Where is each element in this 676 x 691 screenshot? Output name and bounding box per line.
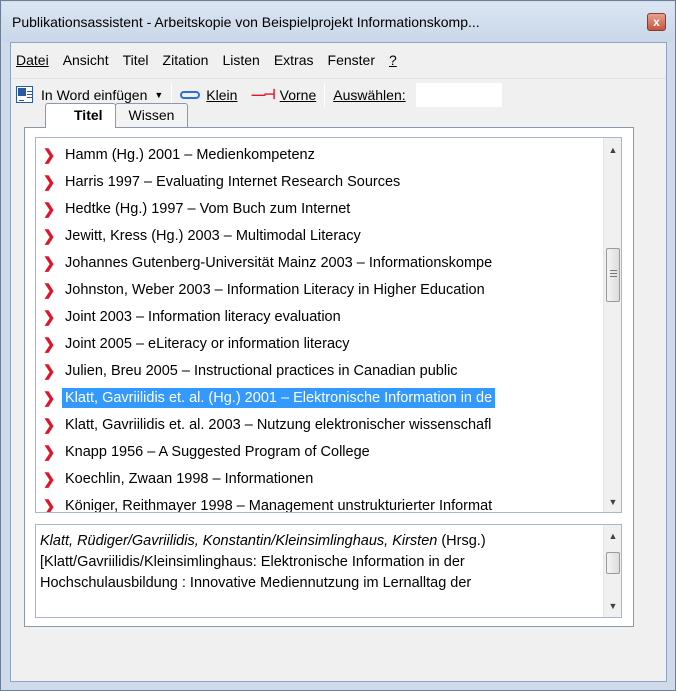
scroll-down-icon[interactable]: ▼ — [604, 497, 621, 507]
entry-bullet-icon: ❯ — [42, 282, 56, 299]
close-button[interactable]: x — [647, 13, 666, 31]
app-window: Publikationsassistent - Arbeitskopie von… — [0, 0, 676, 691]
list-item[interactable]: ❯ Julien, Breu 2005 – Instructional pract… — [36, 358, 604, 384]
list-item[interactable]: ❯ Johannes Gutenberg-Universität Mainz 20… — [36, 250, 604, 276]
menu-fenster[interactable]: Fenster — [328, 52, 375, 68]
auswaehlen-label-wrap: Auswählen: — [333, 81, 503, 108]
title-bar[interactable]: Publikationsassistent - Arbeitskopie von… — [2, 2, 674, 42]
menu-extras[interactable]: Extras — [274, 52, 314, 68]
scroll-down-icon[interactable]: ▼ — [604, 601, 621, 611]
list-item[interactable]: ❯ Joint 2003 – Information literacy evalu… — [36, 304, 604, 330]
title-list[interactable]: ❯ Königer, Reithmayer 1998 – Management u… — [35, 137, 622, 513]
menu-ansicht[interactable]: Ansicht — [63, 52, 109, 68]
entry-bullet-icon: ❯ — [42, 255, 56, 272]
menu-help-label: ? — [388, 52, 397, 68]
minimize-view-icon — [180, 90, 201, 99]
detail-line-authors: Klatt, Rüdiger/Gavriilidis, Konstantin/K… — [40, 531, 600, 552]
toolbar-separator — [324, 82, 326, 107]
menu-datei-label: Datei — [16, 52, 49, 68]
entry-bullet-icon: ❯ — [42, 201, 56, 218]
list-item-label: Joint 2003 – Information literacy evalua… — [65, 309, 341, 325]
detail-authors: Klatt, Rüdiger/Gavriilidis, Konstantin/K… — [40, 533, 438, 549]
list-item[interactable]: ❯ Johnston, Weber 2003 – Information Lite… — [36, 277, 604, 303]
list-item-label: Knapp 1956 – A Suggested Program of Coll… — [65, 444, 370, 460]
entry-bullet-icon: ❯ — [42, 390, 56, 407]
vorne-button[interactable]: —⊣ Vorne — [251, 86, 316, 103]
list-item[interactable]: ❯ Hamm (Hg.) 2001 – Medienkompetenz — [36, 142, 604, 168]
entry-bullet-icon: ❯ — [42, 147, 56, 164]
list-item[interactable]: ❯ Knapp 1956 – A Suggested Program of Col… — [36, 439, 604, 465]
tab-titel[interactable]: Titel — [45, 103, 116, 128]
entry-bullet-icon: ❯ — [42, 444, 56, 461]
detail-scrollbar[interactable]: ▲ ▼ — [603, 525, 621, 617]
list-item[interactable]: ❯ Klatt, Gavriilidis et. al. (Hg.) 2001 –… — [36, 385, 604, 411]
scroll-thumb[interactable] — [606, 552, 620, 574]
menu-titel[interactable]: Titel — [123, 52, 149, 68]
detail-line-2: [Klatt/Gavriilidis/Kleinsimlinghaus: Ele… — [40, 554, 465, 570]
list-item-label: Hamm (Hg.) 2001 – Medienkompetenz — [65, 147, 315, 163]
insert-word-button[interactable]: In Word einfügen ▼ — [16, 86, 163, 103]
detail-pane[interactable]: Klatt, Rüdiger/Gavriilidis, Konstantin/K… — [35, 524, 622, 618]
menu-fenster-label: Fenster — [327, 52, 375, 68]
menu-ansicht-label: Ansicht — [62, 52, 109, 68]
list-item-label: Koechlin, Zwaan 1998 – Informationen — [65, 471, 314, 487]
vorne-label: Vorne — [279, 86, 317, 103]
list-item-label: Königer, Reithmayer 1998 – Management un… — [65, 498, 493, 513]
list-item[interactable]: ❯ Koechlin, Zwaan 1998 – Informationen — [36, 466, 604, 492]
list-item[interactable]: ❯ Hedtke (Hg.) 1997 – Vom Buch zum Intern… — [36, 196, 604, 222]
entry-bullet-icon: ❯ — [42, 498, 56, 513]
menu-datei[interactable]: Datei — [16, 52, 49, 68]
insert-word-label: In Word einfügen — [41, 86, 148, 103]
list-item[interactable]: ❯ Klatt, Gavriilidis et. al. 2003 – Nutzu… — [36, 412, 604, 438]
menu-bar: Datei Ansicht Titel Zitation Listen Extr… — [11, 49, 411, 71]
entry-bullet-icon: ❯ — [42, 417, 56, 434]
entry-bullet-icon: ❯ — [42, 228, 56, 245]
list-item[interactable]: ❯ Harris 1997 – Evaluating Internet Resea… — [36, 169, 604, 195]
klein-button[interactable]: Klein — [180, 87, 237, 103]
search-input[interactable] — [414, 81, 503, 108]
list-item[interactable]: ❯ Königer, Reithmayer 1998 – Management u… — [36, 493, 604, 513]
tab-strip: Titel Wissen — [45, 103, 189, 128]
list-scrollbar[interactable]: ▲ ▼ — [603, 138, 621, 512]
tab-panel: ❯ Königer, Reithmayer 1998 – Management u… — [24, 127, 634, 627]
list-item-label: Klatt, Gavriilidis et. al. 2003 – Nutzun… — [65, 417, 492, 433]
list-item[interactable]: ❯ Joint 2005 – eLiteracy or information l… — [36, 331, 604, 357]
menu-titel-label: Titel — [122, 52, 149, 68]
list-item[interactable]: ❯ Jewitt, Kress (Hg.) 2003 – Multimodal L… — [36, 223, 604, 249]
menu-zitation[interactable]: Zitation — [163, 52, 209, 68]
menu-listen[interactable]: Listen — [222, 52, 259, 68]
word-document-icon — [16, 86, 33, 103]
entry-bullet-icon: ❯ — [42, 336, 56, 353]
entry-bullet-icon: ❯ — [42, 309, 56, 326]
list-item-label: Hedtke (Hg.) 1997 – Vom Buch zum Interne… — [65, 201, 351, 217]
scroll-up-icon[interactable]: ▲ — [604, 145, 621, 155]
entry-bullet-icon: ❯ — [42, 363, 56, 380]
list-item-label: Jewitt, Kress (Hg.) 2003 – Multimodal Li… — [65, 228, 361, 244]
tab-wissen[interactable]: Wissen — [114, 103, 189, 127]
menu-zitation-label: Zitation — [162, 52, 209, 68]
klein-label: Klein — [206, 86, 238, 103]
list-item-label: Harris 1997 – Evaluating Internet Resear… — [65, 174, 401, 190]
detail-line-3: Hochschulausbildung : Innovative Medienn… — [40, 575, 472, 591]
list-item-label: Johnston, Weber 2003 – Information Liter… — [65, 282, 485, 298]
detail-authors-suffix: (Hrsg.) — [437, 533, 486, 549]
list-item-label: Klatt, Gavriilidis et. al. (Hg.) 2001 – … — [62, 388, 496, 408]
detail-text: Klatt, Rüdiger/Gavriilidis, Konstantin/K… — [40, 531, 600, 594]
list-item-label: Joint 2005 – eLiteracy or information li… — [65, 336, 350, 352]
menu-help[interactable]: ? — [389, 52, 397, 68]
chevron-down-icon[interactable]: ▼ — [154, 90, 163, 100]
entry-bullet-icon: ❯ — [42, 471, 56, 488]
menu-listen-label: Listen — [222, 52, 260, 68]
auswaehlen-label: Auswählen: — [333, 86, 406, 103]
pin-front-icon: —⊣ — [251, 86, 275, 102]
list-item-label: Johannes Gutenberg-Universität Mainz 200… — [65, 255, 493, 271]
entry-bullet-icon: ❯ — [42, 174, 56, 191]
list-item-label: Julien, Breu 2005 – Instructional practi… — [65, 363, 458, 379]
scroll-thumb[interactable] — [606, 248, 620, 302]
scroll-up-icon[interactable]: ▲ — [604, 531, 621, 541]
window-title: Publikationsassistent - Arbeitskopie von… — [12, 14, 480, 30]
menu-extras-label: Extras — [273, 52, 314, 68]
grip-icon — [610, 270, 617, 271]
